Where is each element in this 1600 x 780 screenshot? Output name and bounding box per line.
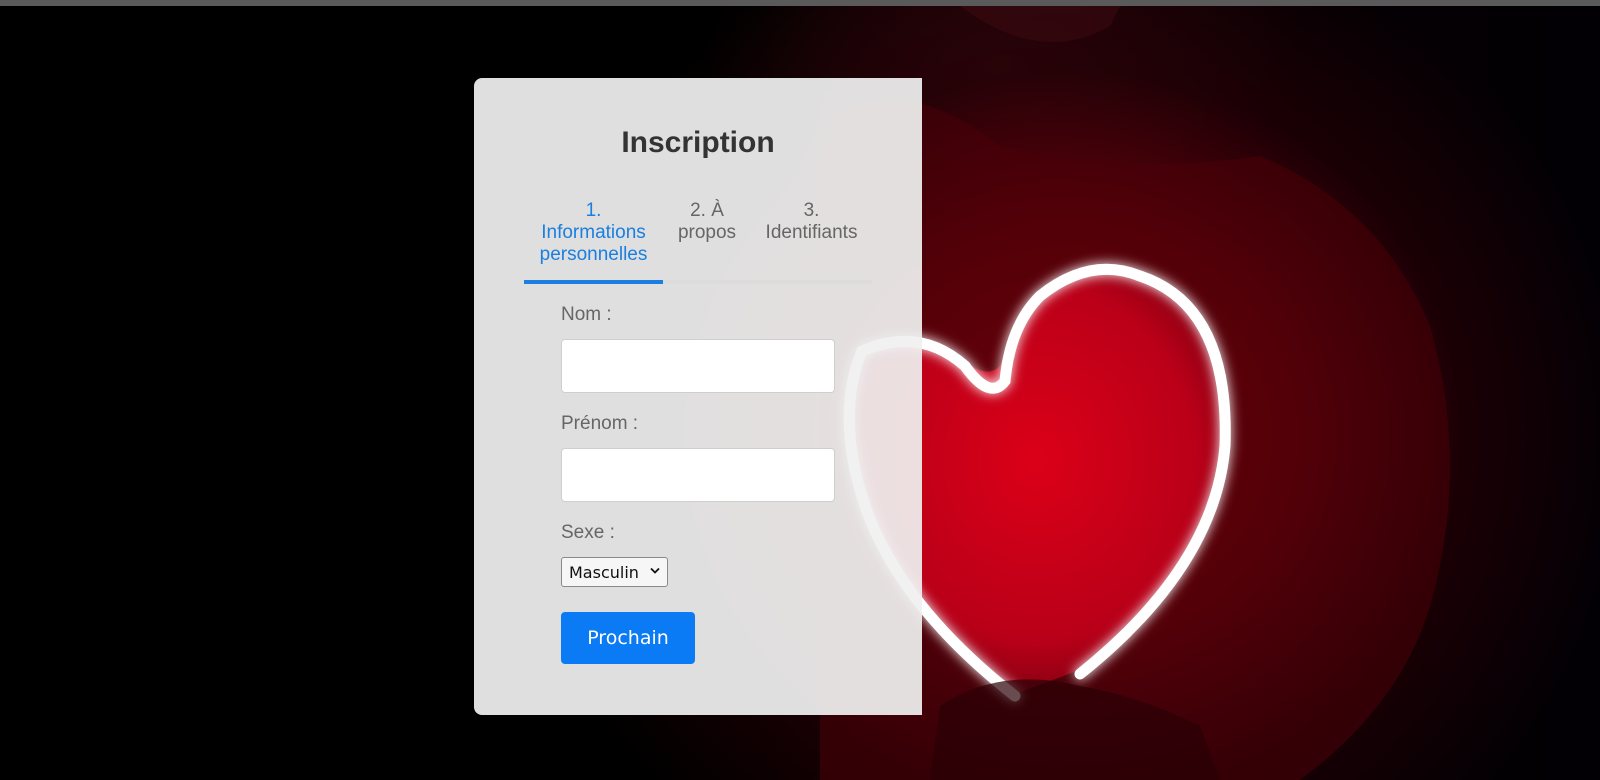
nom-label: Nom : <box>561 304 612 325</box>
prenom-input[interactable] <box>561 448 835 502</box>
step-tabs: 1. Informations personnelles 2. À propos… <box>524 200 872 284</box>
tab-personal-info[interactable]: 1. Informations personnelles <box>524 200 663 266</box>
step-progress-bar <box>524 280 664 284</box>
tab-label-line: propos <box>677 222 737 243</box>
tab-credentials[interactable]: 3. Identifiants <box>751 200 872 244</box>
tab-label-line: 1. <box>585 200 602 221</box>
prenom-label: Prénom : <box>561 413 639 434</box>
tab-label-line: personnelles <box>539 244 648 265</box>
tab-about[interactable]: 2. À propos <box>663 200 751 244</box>
chevron-down-icon <box>650 567 660 574</box>
sexe-select[interactable]: Masculin <box>561 557 668 587</box>
nom-input[interactable] <box>561 339 835 393</box>
page-title: Inscription <box>621 126 775 159</box>
tab-label-line: 2. À <box>690 200 724 221</box>
tab-label-line: Informations <box>541 222 646 243</box>
next-button[interactable]: Prochain <box>561 612 695 664</box>
signup-card: Inscription 1. Informations personnelles… <box>474 78 922 715</box>
step-progress-track <box>524 280 872 284</box>
tab-label-line: 3. <box>803 200 820 221</box>
tab-label-line: Identifiants <box>765 222 858 243</box>
sexe-selected-value: Masculin <box>569 563 639 582</box>
sexe-label: Sexe : <box>561 522 615 543</box>
